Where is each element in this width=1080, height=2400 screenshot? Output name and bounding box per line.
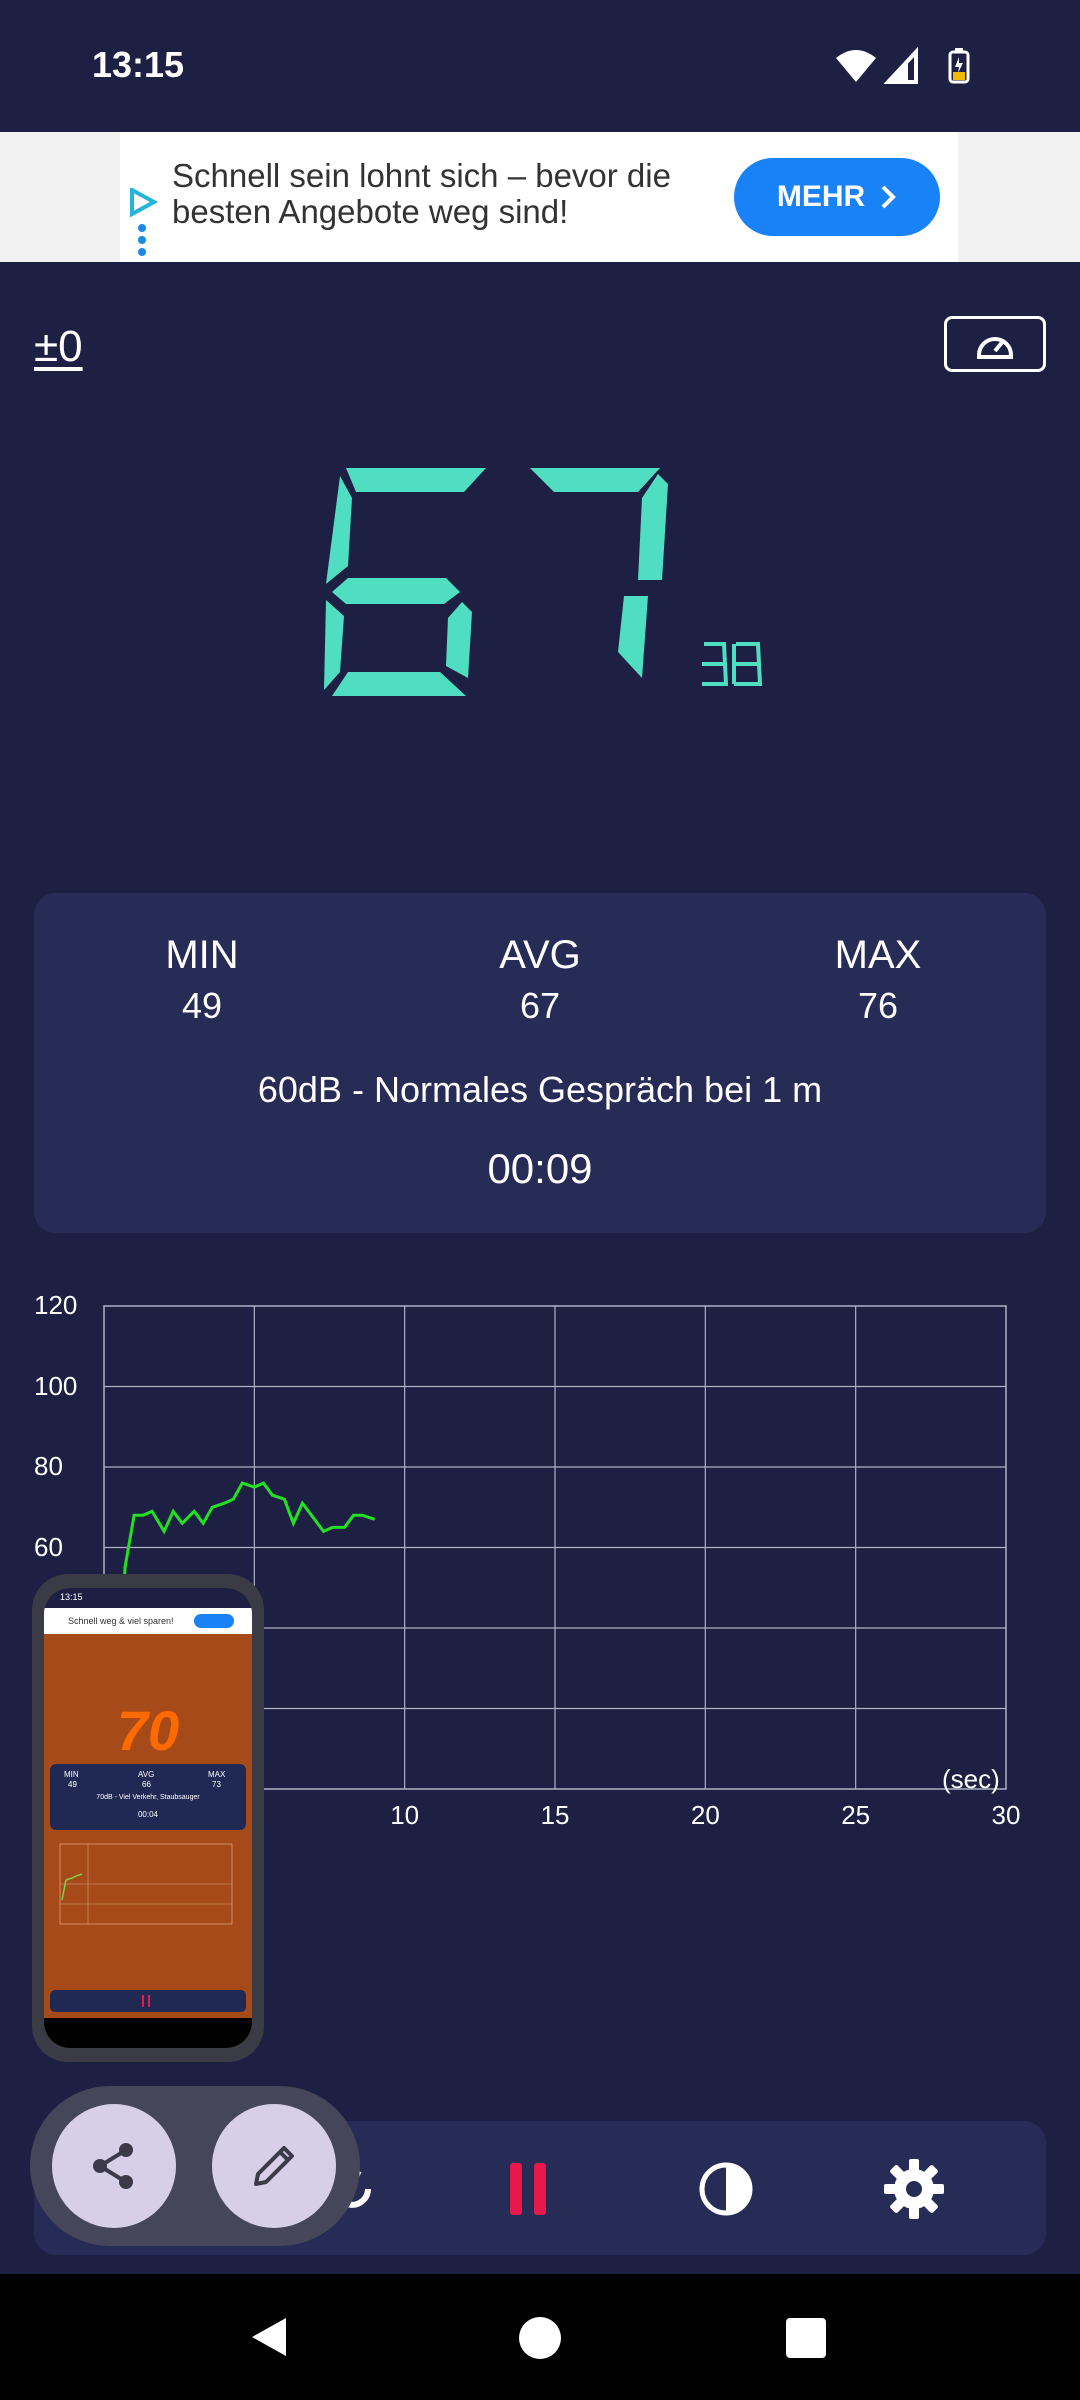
seg-6-lower-right bbox=[446, 602, 472, 678]
x-tick-label: 10 bbox=[390, 1800, 420, 1830]
gauge-view-button[interactable] bbox=[944, 316, 1046, 372]
preview-avg-value: 66 bbox=[142, 1780, 151, 1789]
seg-6-upper-left bbox=[326, 476, 352, 584]
y-tick-label: 120 bbox=[34, 1290, 78, 1320]
calibration-offset[interactable]: ±0 bbox=[34, 322, 83, 372]
y-tick-label: 60 bbox=[34, 1531, 63, 1562]
max-value: 76 bbox=[857, 985, 899, 1026]
avg-label: AVG bbox=[499, 933, 581, 977]
stats-card: MIN 49 AVG 67 MAX 76 60dB - Normales Ges… bbox=[34, 893, 1046, 1233]
share-button[interactable] bbox=[52, 2104, 176, 2228]
elapsed-timer: 00:09 bbox=[487, 1145, 593, 1192]
x-tick-label: 30 bbox=[991, 1800, 1021, 1830]
preview-min-label: MIN bbox=[64, 1770, 79, 1779]
seg-7-top bbox=[530, 468, 660, 492]
preview-navbar bbox=[44, 2018, 252, 2048]
preview-ad: Schnell weg & viel sparen! bbox=[44, 1608, 252, 1634]
recents-icon[interactable] bbox=[786, 2318, 826, 2358]
decibel-unit bbox=[702, 642, 763, 686]
contrast-icon[interactable] bbox=[696, 2159, 756, 2219]
status-bar: 13:15 bbox=[0, 0, 1080, 132]
share-icon bbox=[93, 2143, 133, 2189]
edit-button[interactable] bbox=[212, 2104, 336, 2228]
preview-max-label: MAX bbox=[208, 1770, 226, 1779]
x-tick-label: 20 bbox=[690, 1800, 720, 1830]
seg-7-lower-right bbox=[618, 596, 648, 678]
x-tick-label: 25 bbox=[841, 1800, 871, 1830]
seg-6-top bbox=[346, 468, 486, 492]
avg-value: 67 bbox=[519, 985, 561, 1026]
min-label: MIN bbox=[165, 933, 239, 977]
min-value: 49 bbox=[181, 985, 223, 1026]
screenshot-actions bbox=[30, 2086, 360, 2246]
preview-max-value: 73 bbox=[212, 1780, 221, 1789]
preview-stats: MIN 49 AVG 66 MAX 73 70dB - Viel Verkehr… bbox=[50, 1764, 246, 1830]
status-icons bbox=[836, 46, 970, 84]
settings-gear-icon[interactable] bbox=[882, 2157, 946, 2221]
ad-more-label: MEHR bbox=[776, 180, 866, 213]
preview-ad-text: Schnell weg & viel sparen! bbox=[68, 1616, 174, 1626]
pause-icon[interactable] bbox=[504, 2159, 552, 2219]
speedometer-icon bbox=[977, 337, 1013, 359]
pencil-icon bbox=[254, 2146, 294, 2186]
x-axis-unit: (sec) bbox=[942, 1764, 1000, 1794]
preview-ad-button bbox=[194, 1614, 234, 1628]
seg-6-middle bbox=[332, 578, 460, 604]
y-tick-label: 80 bbox=[34, 1451, 63, 1481]
wifi-icon bbox=[836, 50, 876, 82]
signal-icon bbox=[883, 46, 918, 84]
preview-pause-icon bbox=[142, 1995, 150, 2007]
preview-avg-label: AVG bbox=[138, 1770, 155, 1779]
seg-7-upper-right bbox=[638, 474, 668, 580]
seg-6-bottom bbox=[332, 672, 466, 696]
preview-description: 70dB - Viel Verkehr, Staubsauger bbox=[96, 1794, 200, 1801]
noise-description: 60dB - Normales Gespräch bei 1 m bbox=[257, 1069, 823, 1110]
max-label: MAX bbox=[834, 933, 922, 977]
chevron-right-icon bbox=[881, 185, 897, 209]
preview-value: 70 bbox=[116, 1699, 180, 1762]
system-nav-bar bbox=[0, 2274, 1080, 2400]
y-tick-label: 100 bbox=[34, 1370, 78, 1401]
ad-banner[interactable]: Schnell sein lohnt sich – bevor die best… bbox=[120, 132, 958, 262]
preview-min-value: 49 bbox=[68, 1780, 77, 1789]
home-icon[interactable] bbox=[518, 2316, 562, 2360]
seg-6-lower-left bbox=[324, 600, 344, 690]
screenshot-preview[interactable]: 13:15 Schnell weg & viel sparen! 70 MIN … bbox=[32, 1574, 264, 2062]
preview-chart bbox=[59, 1843, 233, 1925]
ad-text: Schnell sein lohnt sich – bevor die best… bbox=[172, 157, 671, 230]
preview-screen: 13:15 Schnell weg & viel sparen! 70 MIN … bbox=[44, 1588, 252, 2048]
preview-status-bar: 13:15 bbox=[44, 1588, 252, 1608]
preview-timer: 00:04 bbox=[137, 1810, 159, 1819]
preview-toolbar bbox=[50, 1990, 246, 2012]
preview-time: 13:15 bbox=[60, 1592, 83, 1602]
ad-choices-icon[interactable] bbox=[126, 188, 158, 256]
x-tick-label: 15 bbox=[540, 1800, 570, 1830]
ad-more-button[interactable]: MEHR bbox=[734, 158, 940, 236]
battery-icon bbox=[948, 48, 970, 84]
back-icon[interactable] bbox=[246, 2314, 292, 2360]
status-time: 13:15 bbox=[92, 44, 185, 85]
